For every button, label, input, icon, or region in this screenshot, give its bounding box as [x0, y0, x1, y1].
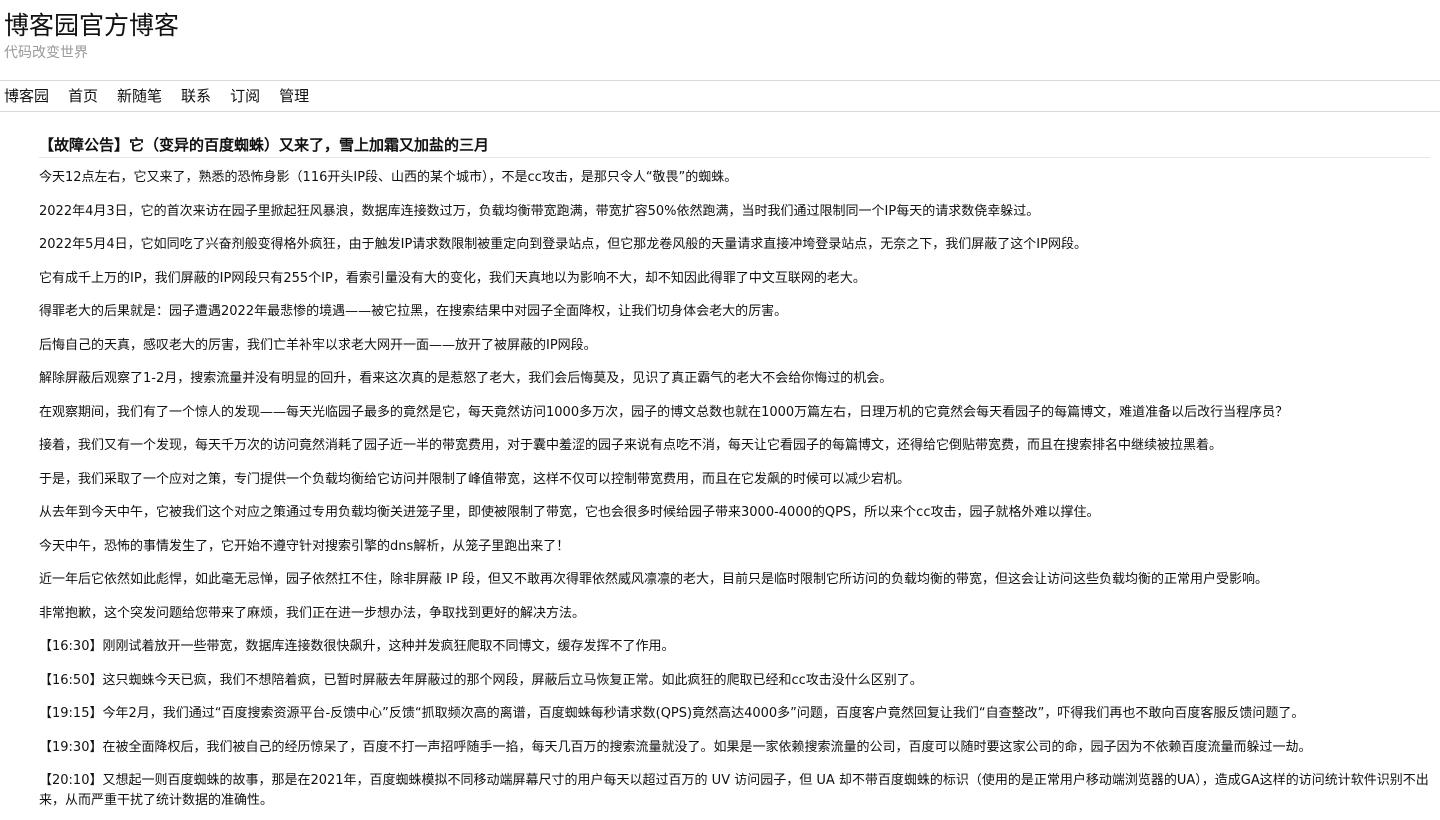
post-paragraph: 【16:50】这只蜘蛛今天已疯，我们不想陪着疯，已暂时屏蔽去年屏蔽过的那个网段，…	[39, 671, 1430, 691]
post-paragraph: 今天中午，恐怖的事情发生了，它开始不遵守针对搜索引擎的dns解析，从笼子里跑出来…	[39, 537, 1430, 557]
post-body: 今天12点左右，它又来了，熟悉的恐怖身影（116开头IP段、山西的某个城市），不…	[39, 168, 1430, 811]
post-paragraph: 【20:10】又想起一则百度蜘蛛的故事，那是在2021年，百度蜘蛛模拟不同移动端…	[39, 771, 1430, 811]
post-paragraph: 接着，我们又有一个发现，每天千万次的访问竟然消耗了园子近一半的带宽费用，对于囊中…	[39, 436, 1430, 456]
post-paragraph: 后悔自己的天真，感叹老大的厉害，我们亡羊补牢以求老大网开一面——放开了被屏蔽的I…	[39, 336, 1430, 356]
nav-item-home[interactable]: 首页	[68, 82, 98, 110]
blog-header: 博客园官方博客 代码改变世界	[0, 0, 1440, 80]
nav-item-admin[interactable]: 管理	[279, 82, 309, 110]
nav-item-cnblogs[interactable]: 博客园	[4, 82, 49, 110]
nav-item-new-post[interactable]: 新随笔	[117, 82, 162, 110]
post-title[interactable]: 【故障公告】它（变异的百度蜘蛛）又来了，雪上加霜又加盐的三月	[39, 135, 1430, 158]
post-paragraph: 从去年到今天中午，它被我们这个对应之策通过专用负载均衡关进笼子里，即使被限制了带…	[39, 503, 1430, 523]
nav-bar: 博客园 首页 新随笔 联系 订阅 管理	[0, 80, 1440, 112]
blog-subtitle: 代码改变世界	[4, 43, 88, 63]
post-paragraph: 2022年4月3日，它的首次来访在园子里掀起狂风暴浪，数据库连接数过万，负载均衡…	[39, 202, 1430, 222]
nav-item-contact[interactable]: 联系	[181, 82, 211, 110]
post-paragraph: 【16:30】刚刚试着放开一些带宽，数据库连接数很快飙升，这种并发疯狂爬取不同博…	[39, 637, 1430, 657]
post-paragraph: 【19:30】在被全面降权后，我们被自己的经历惊呆了，百度不打一声招呼随手一掐，…	[39, 738, 1430, 758]
post-paragraph: 于是，我们采取了一个应对之策，专门提供一个负载均衡给它访问并限制了峰值带宽，这样…	[39, 470, 1430, 490]
post-paragraph: 得罪老大的后果就是：园子遭遇2022年最悲惨的境遇——被它拉黑，在搜索结果中对园…	[39, 302, 1430, 322]
post-paragraph: 非常抱歉，这个突发问题给您带来了麻烦，我们正在进一步想办法，争取找到更好的解决方…	[39, 604, 1430, 624]
post-paragraph: 今天12点左右，它又来了，熟悉的恐怖身影（116开头IP段、山西的某个城市），不…	[39, 168, 1430, 188]
post-paragraph: 近一年后它依然如此彪悍，如此毫无忌惮，园子依然扛不住，除非屏蔽 IP 段，但又不…	[39, 570, 1430, 590]
nav-item-subscribe[interactable]: 订阅	[230, 82, 260, 110]
post-paragraph: 【19:15】今年2月，我们通过“百度搜索资源平台-反馈中心”反馈“抓取频次高的…	[39, 704, 1430, 724]
blog-title[interactable]: 博客园官方博客	[4, 8, 179, 44]
post-paragraph: 它有成千上万的IP，我们屏蔽的IP网段只有255个IP，看索引量没有大的变化，我…	[39, 269, 1430, 289]
post-paragraph: 解除屏蔽后观察了1-2月，搜索流量并没有明显的回升，看来这次真的是惹怒了老大，我…	[39, 369, 1430, 389]
post-container: 【故障公告】它（变异的百度蜘蛛）又来了，雪上加霜又加盐的三月 今天12点左右，它…	[0, 112, 1440, 811]
post-paragraph: 在观察期间，我们有了一个惊人的发现——每天光临园子最多的竟然是它，每天竟然访问1…	[39, 403, 1430, 423]
post-paragraph: 2022年5月4日，它如同吃了兴奋剂般变得格外疯狂，由于触发IP请求数限制被重定…	[39, 235, 1430, 255]
